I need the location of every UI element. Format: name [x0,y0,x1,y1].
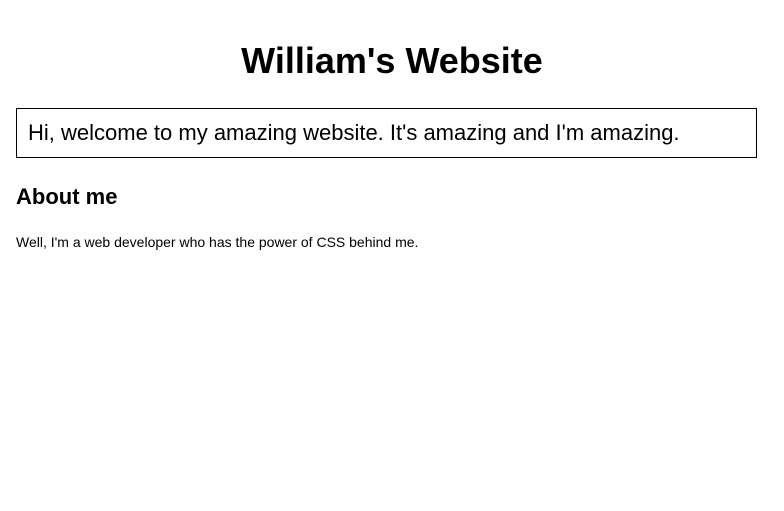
about-heading: About me [16,184,118,209]
page-title: William's Website [241,40,543,81]
about-text: Well, I'm a web developer who has the po… [16,234,419,250]
welcome-box: Hi, welcome to my amazing website. It's … [16,108,757,158]
